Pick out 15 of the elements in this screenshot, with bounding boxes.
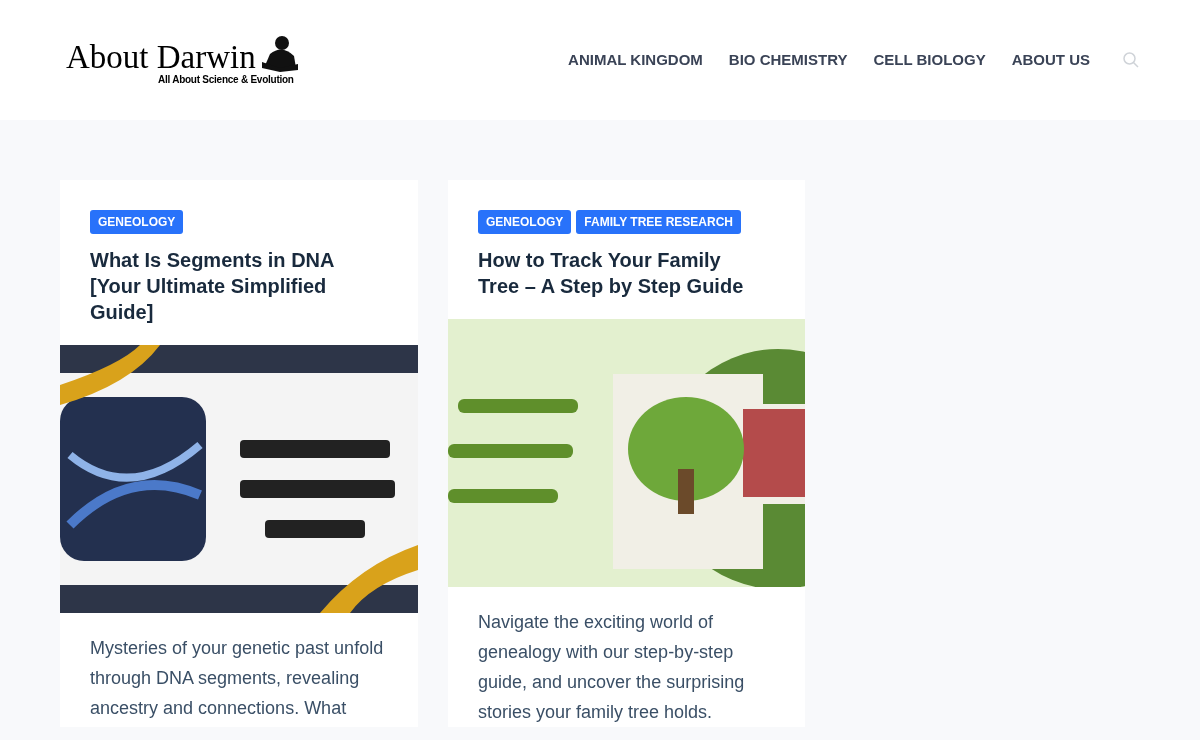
nav-link[interactable]: ANIMAL KINGDOM [568,48,703,72]
post-excerpt: Mysteries of your genetic past unfold through DNA segments, revealing ancestry and connections. What [89,637,385,720]
search-icon[interactable] [1122,51,1140,69]
category-tag[interactable]: GENEOLOGY [478,210,572,234]
post-title[interactable]: What Is Segments in DNA [Your Ultimate Simplified Guide] [90,247,378,325]
category-tag[interactable]: GENEOLOGY [90,210,184,234]
nav-link[interactable]: BIO CHEMISTRY [728,48,848,72]
reader-silhouette-icon [259,33,300,74]
category-tag[interactable]: FAMILY TREE RESEARCH [576,210,742,234]
post-excerpt: Navigate the exciting world of genealogy with our step-by-step guide, and uncover the surprising stories your family tree holds. [477,611,746,724]
nav-link[interactable]: ABOUT US [1011,48,1090,72]
nav-link[interactable]: CELL BIOLOGY [873,48,986,72]
logo-name[interactable]: About Darwin [66,40,256,74]
post-title[interactable]: How to Track Your Family Tree – A Step by Step Guide [478,247,765,299]
logo-tagline: All About Science & Evolution [158,72,295,87]
